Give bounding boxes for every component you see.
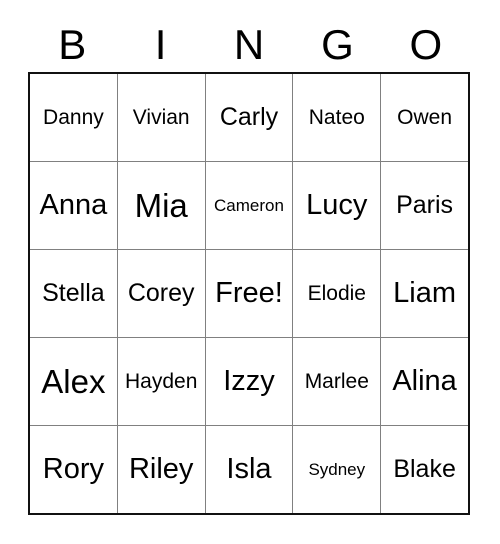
bingo-row: Stella Corey Free! Elodie Liam bbox=[30, 250, 468, 338]
bingo-cell-label: Anna bbox=[39, 189, 108, 221]
bingo-cell-label: Izzy bbox=[223, 365, 275, 397]
bingo-cell[interactable]: Marlee bbox=[293, 338, 382, 425]
bingo-cell[interactable]: Carly bbox=[206, 74, 294, 161]
bingo-cell[interactable]: Owen bbox=[381, 74, 468, 161]
bingo-cell-label: Vivian bbox=[132, 106, 190, 129]
bingo-cell[interactable]: Isla bbox=[206, 426, 294, 513]
bingo-cell[interactable]: Vivian bbox=[118, 74, 206, 161]
bingo-cell[interactable]: Anna bbox=[30, 162, 118, 249]
bingo-cell[interactable]: Izzy bbox=[206, 338, 294, 425]
bingo-cell-label: Marlee bbox=[304, 370, 369, 393]
bingo-card: B I N G O Danny Vivian Carly Nateo Owen … bbox=[0, 0, 500, 544]
bingo-cell-label: Elodie bbox=[307, 282, 366, 305]
bingo-cell[interactable]: Paris bbox=[381, 162, 468, 249]
bingo-cell[interactable]: Elodie bbox=[293, 250, 382, 337]
bingo-cell-label: Nateo bbox=[308, 106, 365, 129]
bingo-cell[interactable]: Hayden bbox=[118, 338, 206, 425]
bingo-cell-label: Rory bbox=[42, 453, 105, 485]
bingo-cell[interactable]: Alina bbox=[381, 338, 468, 425]
bingo-cell[interactable]: Riley bbox=[118, 426, 206, 513]
bingo-cell-label: Danny bbox=[43, 106, 104, 129]
bingo-cell-label: Owen bbox=[397, 106, 453, 129]
bingo-cell[interactable]: Sydney bbox=[293, 426, 382, 513]
bingo-cell-label: Mia bbox=[134, 187, 188, 224]
bingo-row: Rory Riley Isla Sydney Blake bbox=[30, 426, 468, 513]
bingo-cell[interactable]: Cameron bbox=[206, 162, 294, 249]
bingo-cell-label: Isla bbox=[226, 453, 272, 485]
bingo-cell-label: Free! bbox=[215, 277, 283, 309]
bingo-header-row: B I N G O bbox=[28, 18, 470, 72]
bingo-cell-free[interactable]: Free! bbox=[206, 250, 294, 337]
bingo-header-letter-b: B bbox=[58, 21, 87, 68]
bingo-cell-label: Alex bbox=[41, 363, 106, 400]
bingo-cell[interactable]: Nateo bbox=[293, 74, 382, 161]
bingo-cell-label: Cameron bbox=[214, 196, 284, 215]
bingo-row: Danny Vivian Carly Nateo Owen bbox=[30, 74, 468, 162]
bingo-header-letter-g: G bbox=[321, 21, 354, 68]
bingo-cell-label: Hayden bbox=[125, 370, 198, 393]
bingo-cell[interactable]: Danny bbox=[30, 74, 118, 161]
bingo-cell-label: Alina bbox=[392, 365, 457, 397]
bingo-cell-label: Sydney bbox=[308, 460, 366, 479]
bingo-cell[interactable]: Rory bbox=[30, 426, 118, 513]
bingo-cell-label: Riley bbox=[128, 453, 194, 485]
bingo-cell-label: Liam bbox=[393, 277, 457, 309]
bingo-grid: Danny Vivian Carly Nateo Owen Anna Mia C… bbox=[28, 72, 470, 515]
bingo-cell[interactable]: Lucy bbox=[293, 162, 382, 249]
bingo-cell-label: Stella bbox=[42, 279, 105, 307]
bingo-cell[interactable]: Alex bbox=[30, 338, 118, 425]
bingo-cell[interactable]: Blake bbox=[381, 426, 468, 513]
bingo-cell[interactable]: Corey bbox=[118, 250, 206, 337]
bingo-cell[interactable]: Mia bbox=[118, 162, 206, 249]
bingo-cell[interactable]: Stella bbox=[30, 250, 118, 337]
bingo-cell[interactable]: Liam bbox=[381, 250, 468, 337]
bingo-cell-label: Blake bbox=[393, 455, 456, 483]
bingo-cell-label: Corey bbox=[127, 279, 195, 307]
bingo-header-letter-n: N bbox=[233, 21, 265, 68]
bingo-header-letter-i: I bbox=[154, 21, 167, 68]
bingo-header-letter-o: O bbox=[409, 21, 443, 68]
bingo-cell-label: Carly bbox=[219, 103, 279, 131]
bingo-row: Alex Hayden Izzy Marlee Alina bbox=[30, 338, 468, 426]
bingo-cell-label: Lucy bbox=[306, 189, 368, 221]
bingo-cell-label: Paris bbox=[396, 191, 454, 219]
bingo-row: Anna Mia Cameron Lucy Paris bbox=[30, 162, 468, 250]
